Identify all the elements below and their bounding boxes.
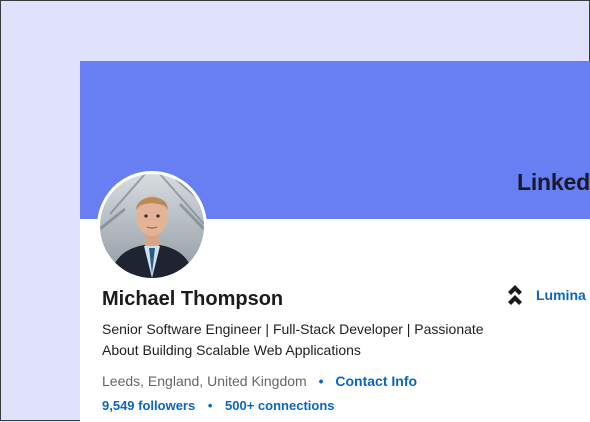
company-name: Lumina (536, 287, 586, 303)
contact-info-link[interactable]: Contact Info (335, 373, 417, 389)
location-row: Leeds, England, United Kingdom • Contact… (102, 373, 417, 389)
profile-location: Leeds, England, United Kingdom (102, 373, 307, 389)
separator-dot: • (318, 373, 324, 389)
profile-headline: Senior Software Engineer | Full-Stack De… (102, 321, 484, 358)
brand-logo-text: LinkedIn (517, 169, 590, 195)
connections-link[interactable]: 500+ connections (225, 398, 334, 413)
separator-dot: • (207, 398, 213, 413)
followers-link[interactable]: 9,549 followers (102, 398, 195, 413)
stats-row: 9,549 followers • 500+ connections (102, 398, 335, 413)
profile-photo-icon (100, 174, 204, 278)
profile-card: LinkedIn (80, 61, 590, 422)
current-company[interactable]: Lumina (506, 284, 586, 306)
company-logo-icon (508, 285, 522, 305)
avatar[interactable] (97, 171, 207, 281)
profile-name: Michael Thompson (102, 288, 284, 310)
